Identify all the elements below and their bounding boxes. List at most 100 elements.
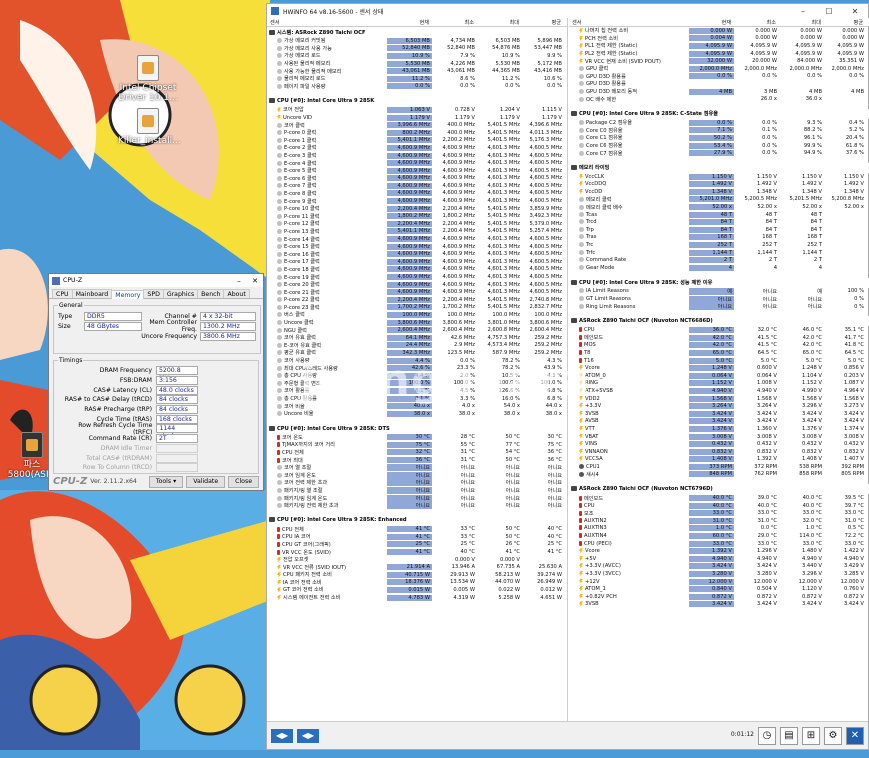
sensor-row[interactable]: VBAT 3.008 V 3.008 V 3.008 V 3.008 V — [569, 433, 869, 441]
sensor-row[interactable]: Trfc 1,144 T 1,144 T 1,144 T — [569, 249, 869, 257]
sensor-row[interactable]: Package C2 점유율 0.0 % 0.0 % 9.3 % 0.4 % — [569, 119, 869, 127]
nav-left-icon[interactable]: ◀▶ — [271, 728, 293, 743]
sensor-row[interactable]: VR VCC 온도 (SVID) 41 °C 40 °C 41 °C 41 °C — [267, 548, 567, 556]
sensor-row[interactable]: CPU 전체 32 °C 31 °C 54 °C 36 °C — [267, 449, 567, 457]
sensor-row[interactable]: T8 65.0 °C 64.5 °C 65.0 °C 64.5 °C — [569, 349, 869, 357]
sensor-row[interactable]: 총 CPU 활용률 8.1 % 3.3 % 16.0 % 6.8 % — [267, 395, 567, 403]
sensor-row[interactable]: Tras 168 T 168 T 168 T — [569, 234, 869, 242]
sensor-group[interactable]: CPU [#0]: Intel Core Ultra 9 285K: Enhan… — [267, 515, 567, 526]
sensor-row[interactable]: 전압 오프셋 0.000 V 0.000 V — [267, 556, 567, 564]
sensor-row[interactable]: E-core 9 클럭 4,600.9 MHz 4,600.9 MHz 4,601.3… — [267, 197, 567, 205]
add-icon[interactable]: ⊞ — [802, 726, 820, 745]
header-2[interactable]: 최소 — [432, 19, 477, 26]
tab-bench[interactable]: Bench — [197, 289, 225, 298]
sensor-row[interactable]: E-core 7 클럭 4,600.9 MHz 4,600.9 MHz 4,601.3… — [267, 182, 567, 190]
sensor-pane-left[interactable]: 센서 현재 최소 최대 평균 시스템: ASRock Z890 Taichi OCF 가상 … — [267, 18, 568, 722]
sensor-row[interactable]: PL1 전력 제한 (Static) 4,095.9 W 4,095.9 W 4,09… — [569, 42, 869, 50]
sensor-row[interactable]: CPU 전체 41 °C 33 °C 50 °C 40 °C — [267, 525, 567, 533]
sensor-row[interactable]: Trcd 84 T 84 T 84 T — [569, 218, 869, 226]
sensor-row[interactable]: GPU D3D 활용률 0.0 % 0.0 % 0.0 % 0.0 % — [569, 73, 869, 81]
column-header[interactable]: 센서 현재 최소 최대 평균 — [569, 18, 869, 27]
sensor-row[interactable]: 시스템 에이전트 전력 소비 4.783 W 4.319 W 5.258 W 4.651… — [267, 594, 567, 602]
sensor-row[interactable]: 가상 메모리 사용 가능 52,840 MB 52,840 MB 54,876 MB 5… — [267, 45, 567, 53]
settings-icon[interactable]: ⚙ — [824, 726, 842, 745]
hwinfo-titlebar[interactable]: HWiNFO 64 v8.16-5600 - 센서 상태 – ☐ ✕ — [267, 4, 868, 18]
sensor-row[interactable]: E-core 14 클럭 4,600.9 MHz 4,600.9 MHz 4,601.… — [267, 235, 567, 243]
sensor-row[interactable]: VTT 1.376 V 1.360 V 1.376 V 1.374 V — [569, 425, 869, 433]
sensor-row[interactable]: Core C0 점유율 7.1 % 0.1 % 88.2 % 5.2 % — [569, 127, 869, 135]
tab-cpu[interactable]: CPU — [52, 289, 73, 298]
column-header[interactable]: 센서 현재 최소 최대 평균 — [267, 18, 567, 27]
sensor-row[interactable]: Command Rate 2 T 2 T 2 T — [569, 256, 869, 264]
sensor-row[interactable]: VR VCC 현재 소비 (SVID POUT) 32.000 W 20.000 W… — [569, 57, 869, 65]
sensor-row[interactable]: E-core 2 클럭 4,600.9 MHz 4,600.9 MHz 4,601.3… — [267, 144, 567, 152]
sensor-row[interactable]: AUXTIN2 31.0 °C 31.0 °C 32.0 °C 31.0 °C — [569, 517, 869, 525]
sensor-row[interactable]: 코어 비율 40.0 x 4.0 x 54.0 x 44.0 x — [267, 402, 567, 410]
sensor-group[interactable]: CPU [#0]: Intel Core Ultra 9 285K: 성능 제한… — [569, 277, 869, 288]
sensor-row[interactable]: Core C7 점유율 27.9 % 0.0 % 94.9 % 37.6 % — [569, 149, 869, 157]
header-3[interactable]: 최대 — [477, 19, 522, 26]
sensor-row[interactable]: ATX+5VSB 4.940 V 4.940 V 4.990 V 4.964 V — [569, 387, 869, 395]
desktop-icon-killer[interactable]: Killer_install... — [118, 108, 181, 146]
sensor-row[interactable]: AUXTIN3 1.0 °C 0.0 °C 1.0 °C 0.5 °C — [569, 525, 869, 533]
close-icon[interactable]: ✕ — [247, 277, 263, 285]
sensor-row[interactable]: AUXTIN4 60.0 °C 29.0 °C 114.0 °C 72.2 °C — [569, 532, 869, 540]
sensor-row[interactable]: OC 배수 제한 26.0 x 36.0 x — [569, 95, 869, 103]
header-4[interactable]: 평균 — [522, 19, 564, 26]
sensor-row[interactable]: E-core 19 클럭 4,600.9 MHz 4,600.9 MHz 4,601.… — [267, 273, 567, 281]
sensor-row[interactable]: 3VSB 3.424 V 3.424 V 3.424 V 3.424 V — [569, 410, 869, 418]
sensor-row[interactable]: VccCLK 1.150 V 1.150 V 1.150 V 1.150 V — [569, 173, 869, 181]
sensor-row[interactable]: Uncore VID 1.179 V 1.179 V 1.179 V 1.179 V — [267, 114, 567, 122]
minimize-icon[interactable]: – — [231, 277, 247, 285]
sensor-row[interactable]: AVSB 3.424 V 3.424 V 3.424 V 3.424 V — [569, 418, 869, 426]
sensor-row[interactable]: TjMAX까지의 코어 거리 75 °C 55 °C 77 °C 75 °C — [267, 441, 567, 449]
sensor-row[interactable]: E-core 18 클럭 4,600.9 MHz 4,600.9 MHz 4,601.… — [267, 266, 567, 274]
report-icon[interactable]: ▤ — [780, 726, 798, 745]
sensor-row[interactable]: P-core 11 클럭 1,800.2 MHz 1,800.2 MHz 5,401.… — [267, 212, 567, 220]
sensor-row[interactable]: E-core 6 클럭 4,600.9 MHz 4,600.9 MHz 4,601.3… — [267, 175, 567, 183]
sensor-row[interactable]: PCH 전력 소비 0.004 W 0.000 W 0.000 W 0.000 W — [569, 35, 869, 43]
sensor-row[interactable]: Core C1 점유율 50.2 % 0.0 % 96.1 % 20.4 % — [569, 134, 869, 142]
sensor-row[interactable]: CPU 패키지 전력 소비 40.715 W 29.913 W 58.213 W 39.… — [267, 571, 567, 579]
sensor-row[interactable]: 나머지 칩 전력 소비 0.000 W 0.000 W 0.000 W 0.000 W — [569, 27, 869, 35]
sensor-row[interactable]: 코어 사용량 4.4 % 0.0 % 78.2 % 4.3 % — [267, 357, 567, 365]
sensor-row[interactable]: 물리적 메모리 로드 11.2 % 8.6 % 11.2 % 10.6 % — [267, 75, 567, 83]
sensor-row[interactable]: 코어 온도 30 °C 28 °C 50 °C 30 °C — [267, 434, 567, 442]
sensor-row[interactable]: 메모리 클럭 5,201.0 MHz 5,200.5 MHz 5,201.5 MHz 5… — [569, 196, 869, 204]
sensor-row[interactable]: 보조 33.0 °C 33.0 °C 33.0 °C 33.0 °C — [569, 509, 869, 517]
sensor-row[interactable]: 메인보드 40.0 °C 39.0 °C 40.0 °C 39.5 °C — [569, 494, 869, 502]
tools-button[interactable]: Tools ▾ — [148, 475, 184, 488]
sensor-row[interactable]: GPU D3D 메모리 동적 4 MB 3 MB 4 MB 4 MB — [569, 88, 869, 96]
sensor-group[interactable]: 메모리 타이밍 — [569, 162, 869, 173]
sensor-group[interactable]: CPU [#0]: Intel Core Ultra 9 285K: DTS — [267, 423, 567, 434]
sensor-pane-right[interactable]: 센서 현재 최소 최대 평균 나머지 칩 전력 소비 0.000 W 0.000 W 0.000… — [569, 18, 869, 722]
sensor-row[interactable]: CPU GT 코어(그래픽) 25 °C 25 °C 26 °C 25 °C — [267, 541, 567, 549]
close-icon[interactable]: ✕ — [842, 7, 868, 16]
sensor-row[interactable]: VR VCC 전류 (SVID IOUT) 21.914 A 13.946 A 67.… — [267, 563, 567, 571]
sensor-row[interactable]: +5V 4.940 V 4.940 V 4.940 V 4.940 V — [569, 555, 869, 563]
sensor-row[interactable]: +3.3V (AVCC) 3.424 V 3.424 V 3.440 V 3.429 V — [569, 563, 869, 571]
sensor-row[interactable]: ATOM_0 0.064 V 0.064 V 1.104 V 0.203 V — [569, 372, 869, 380]
sensor-row[interactable]: E-core 21 클럭 4,600.9 MHz 4,600.9 MHz 4,601.… — [267, 288, 567, 296]
sensor-row[interactable]: +0.82V PCH 0.872 V 0.872 V 0.872 V 0.872 V — [569, 593, 869, 601]
sensor-row[interactable]: 섀시4 848 RPM 762 RPM 858 RPM 805 RPM — [569, 471, 869, 479]
sensor-row[interactable]: 평균 유효 클럭 342.3 MHz 123.5 MHz 587.9 MHz 259.2… — [267, 349, 567, 357]
sensor-row[interactable]: GT Limit Reasons 아니요 아니요 아니요 0 % — [569, 295, 869, 303]
nav-right-icon[interactable]: ◀▶ — [297, 728, 319, 743]
header-3[interactable]: 최대 — [779, 19, 824, 26]
sensor-row[interactable]: Uncore 클럭 3,800.6 MHz 3,800.6 MHz 3,801.0 M… — [267, 319, 567, 327]
sensor-row[interactable]: 코어 클럭 3,996.6 MHz 400.0 MHz 5,401.5 MHz 4,39… — [267, 121, 567, 129]
sensor-row[interactable]: E-코어 유효 클럭 24.4 MHz 2.9 MHz 4,573.4 MHz 259.… — [267, 342, 567, 350]
sensor-row[interactable]: 총 CPU 사용량 4.4 % 2.0 % 10.5 % 4.3 % — [267, 372, 567, 380]
sensor-row[interactable]: NGU 클럭 2,600.4 MHz 2,600.4 MHz 2,600.8 MHz 2… — [267, 326, 567, 334]
sensor-row[interactable]: 코어 전압 1.063 V 0.728 V 1.204 V 1.115 V — [267, 106, 567, 114]
close-button[interactable]: Close — [228, 475, 259, 488]
clock-icon[interactable]: ◷ — [758, 726, 776, 745]
sensor-row[interactable]: GPU 클럭 2,000.0 MHz 2,000.0 MHz 2,000.0 MHz 2… — [569, 65, 869, 73]
sensor-row[interactable]: GT 코어 전력 소비 0.015 W 0.005 W 0.022 W 0.012 W — [267, 586, 567, 594]
sensor-row[interactable]: VDD2 1.568 V 1.568 V 1.568 V 1.568 V — [569, 395, 869, 403]
cpuz-titlebar[interactable]: CPU-Z – ✕ — [49, 274, 263, 287]
sensor-row[interactable]: 3VSB 3.424 V 3.424 V 3.424 V 3.424 V — [569, 601, 869, 609]
sensor-row[interactable]: CPU 40.0 °C 40.0 °C 40.0 °C 39.7 °C — [569, 502, 869, 510]
header-1[interactable]: 현재 — [689, 19, 734, 26]
